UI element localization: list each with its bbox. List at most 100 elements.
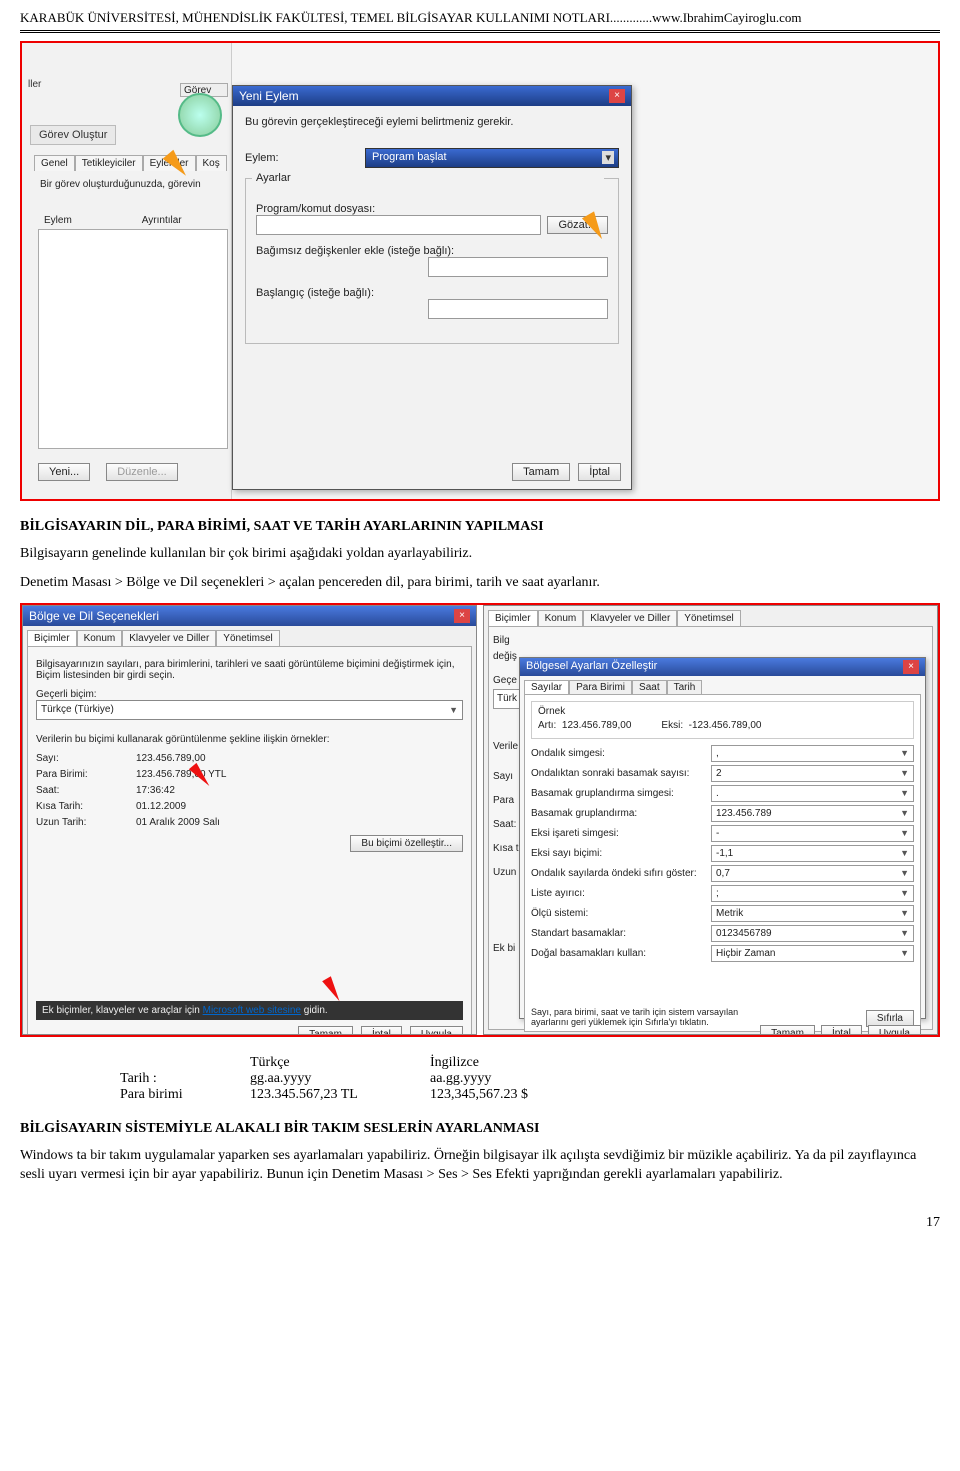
close-icon[interactable]: × [609, 89, 625, 103]
setting-combo[interactable]: 0123456789▼ [711, 925, 914, 942]
yeni-eylem-dialog: Yeni Eylem × Bu görevin gerçekleştireceğ… [232, 85, 632, 490]
back-desc: Bir görev oluşturduğunuzda, görevin [40, 179, 201, 190]
baslangic-input[interactable] [428, 299, 608, 319]
tab-tarih[interactable]: Tarih [667, 680, 703, 694]
back-window-tabs: Genel Tetikleyiciler Eylemler Koş [34, 155, 227, 171]
setting-combo[interactable]: -▼ [711, 825, 914, 842]
bagimsiz-input[interactable] [428, 257, 608, 277]
dialog-title-text: Bölge ve Dil Seçenekleri [29, 609, 159, 623]
tab-parabirimi[interactable]: Para Birimi [569, 680, 632, 694]
dialog-titlebar: Bölgesel Ayarları Özelleştir × [520, 658, 925, 676]
tab-bicimler[interactable]: Biçimler [27, 630, 77, 646]
yeni-button[interactable]: Yeni... [38, 463, 90, 481]
tab-saat[interactable]: Saat [632, 680, 667, 694]
tab-konum[interactable]: Konum [77, 630, 123, 646]
tamam-button[interactable]: Tamam [298, 1026, 353, 1035]
col-eylem: Eylem [44, 215, 72, 226]
setting-combo[interactable]: 123.456.789▼ [711, 805, 914, 822]
uygula-button[interactable]: Uygula [868, 1025, 921, 1035]
setting-row: Ondalık simgesi:,▼ [531, 745, 914, 762]
close-icon[interactable]: × [903, 660, 919, 674]
tab-tetikleyiciler[interactable]: Tetikleyiciler [75, 155, 143, 171]
region-customize-stack: Biçimler Konum Klavyeler ve Diller Yönet… [483, 605, 938, 1035]
iptal-button[interactable]: İptal [578, 463, 621, 481]
screenshot-task-scheduler: ller Görev Görev Oluştur Genel Tetikleyi… [20, 41, 940, 501]
compare-para-en: 123,345,567.23 $ [430, 1087, 610, 1103]
tab-yonetimsel[interactable]: Yönetimsel [677, 610, 740, 626]
bagimsiz-label: Bağımsız değişkenler ekle (isteğe bağlı)… [256, 245, 608, 257]
iptal-button[interactable]: İptal [361, 1026, 402, 1035]
tab-kos[interactable]: Koş [196, 155, 227, 171]
program-label: Program/komut dosyası: [256, 203, 608, 215]
page-number: 17 [20, 1215, 940, 1231]
setting-combo[interactable]: -1,1▼ [711, 845, 914, 862]
reset-note: Sayı, para birimi, saat ve tarih için si… [531, 1007, 771, 1027]
tab-bicimler[interactable]: Biçimler [488, 610, 538, 626]
region-tabs: Biçimler Konum Klavyeler ve Diller Yönet… [27, 630, 472, 646]
example-row: Saat:17:36:42 [36, 785, 463, 796]
setting-row: Liste ayırıcı:;▼ [531, 885, 914, 902]
setting-row: Ölçü sistemi:Metrik▼ [531, 905, 914, 922]
chevron-down-icon: ▼ [900, 808, 909, 818]
tamam-button[interactable]: Tamam [512, 463, 570, 481]
examples-heading: Verilerin bu biçimi kullanarak görüntüle… [36, 734, 463, 745]
tab-konum[interactable]: Konum [538, 610, 584, 626]
setting-combo[interactable]: .▼ [711, 785, 914, 802]
close-icon[interactable]: × [454, 609, 470, 623]
setting-combo[interactable]: Metrik▼ [711, 905, 914, 922]
eylem-select[interactable]: Program başlat [365, 148, 619, 168]
duzenle-button[interactable]: Düzenle... [106, 463, 178, 481]
compare-tarih-tr: gg.aa.yyyy [250, 1071, 430, 1087]
chevron-down-icon: ▼ [900, 748, 909, 758]
setting-row: Ondalıktan sonraki basamak sayısı:2▼ [531, 765, 914, 782]
setting-combo[interactable]: 0,7▼ [711, 865, 914, 882]
example-row: Para Birimi:123.456.789,00 YTL [36, 769, 463, 780]
locale-combobox[interactable]: Türkçe (Türkiye) ▼ [36, 700, 463, 720]
compare-para-label: Para birimi [120, 1087, 250, 1103]
dialog-title-text: Bölgesel Ayarları Özelleştir [526, 660, 657, 674]
ornek-label: Örnek [538, 706, 907, 717]
footer-text-b: gidin. [301, 1005, 328, 1016]
chevron-down-icon: ▼ [449, 705, 458, 715]
ayarlar-legend: Ayarlar [252, 172, 604, 184]
setting-combo[interactable]: ,▼ [711, 745, 914, 762]
uygula-button[interactable]: Uygula [410, 1026, 463, 1035]
chevron-down-icon: ▼ [900, 948, 909, 958]
tab-sayilar[interactable]: Sayılar [524, 680, 569, 694]
locale-comparison: Türkçe İngilizce Tarih : gg.aa.yyyy aa.g… [120, 1055, 940, 1103]
section2-heading: BİLGİSAYARIN SİSTEMİYLE ALAKALI BİR TAKI… [20, 1121, 940, 1137]
chevron-down-icon: ▼ [900, 928, 909, 938]
dialog-titlebar: Bölge ve Dil Seçenekleri × [23, 606, 476, 626]
program-input[interactable] [256, 215, 541, 235]
help-icon [178, 93, 222, 137]
ornek-box: Örnek Artı: 123.456.789,00 Eksi: -123.45… [531, 701, 914, 739]
example-row: Sayı:123.456.789,00 [36, 753, 463, 764]
ms-link[interactable]: Microsoft web sitesine [203, 1005, 301, 1016]
eylem-listbox[interactable] [38, 229, 228, 449]
setting-combo[interactable]: Hiçbir Zaman▼ [711, 945, 914, 962]
tab-klavyeler[interactable]: Klavyeler ve Diller [122, 630, 216, 646]
tab-klavyeler[interactable]: Klavyeler ve Diller [583, 610, 677, 626]
region-options-dialog: Bölge ve Dil Seçenekleri × Biçimler Konu… [22, 605, 477, 1035]
ozellestiir-button[interactable]: Bu biçimi özelleştir... [350, 835, 463, 852]
paragraph-2: Denetim Masası > Bölge ve Dil seçenekler… [20, 574, 940, 593]
compare-head-en: İngilizce [430, 1055, 610, 1071]
tab-yonetimsel[interactable]: Yönetimsel [216, 630, 279, 646]
customize-regional-dialog: Bölgesel Ayarları Özelleştir × Sayılar P… [519, 657, 926, 1019]
setting-combo[interactable]: ;▼ [711, 885, 914, 902]
eylem-label: Eylem: [245, 152, 365, 164]
chevron-down-icon: ▼ [900, 768, 909, 778]
iptal-button[interactable]: İptal [821, 1025, 862, 1035]
chevron-down-icon: ▼ [900, 828, 909, 838]
compare-tarih-label: Tarih : [120, 1071, 250, 1087]
compare-para-tr: 123.345.567,23 TL [250, 1087, 430, 1103]
inner-tabs: Sayılar Para Birimi Saat Tarih [524, 680, 921, 694]
ayarlar-fieldset: Ayarlar Program/komut dosyası: Gözat... … [245, 178, 619, 344]
setting-row: Ondalık sayılarda öndeki sıfırı göster:0… [531, 865, 914, 882]
arrow-annotation-icon [322, 976, 344, 1004]
screenshot-region-settings: Bölge ve Dil Seçenekleri × Biçimler Konu… [20, 603, 940, 1037]
tamam-button[interactable]: Tamam [760, 1025, 815, 1035]
setting-combo[interactable]: 2▼ [711, 765, 914, 782]
compare-tarih-en: aa.gg.yyyy [430, 1071, 610, 1087]
tab-genel[interactable]: Genel [34, 155, 75, 171]
